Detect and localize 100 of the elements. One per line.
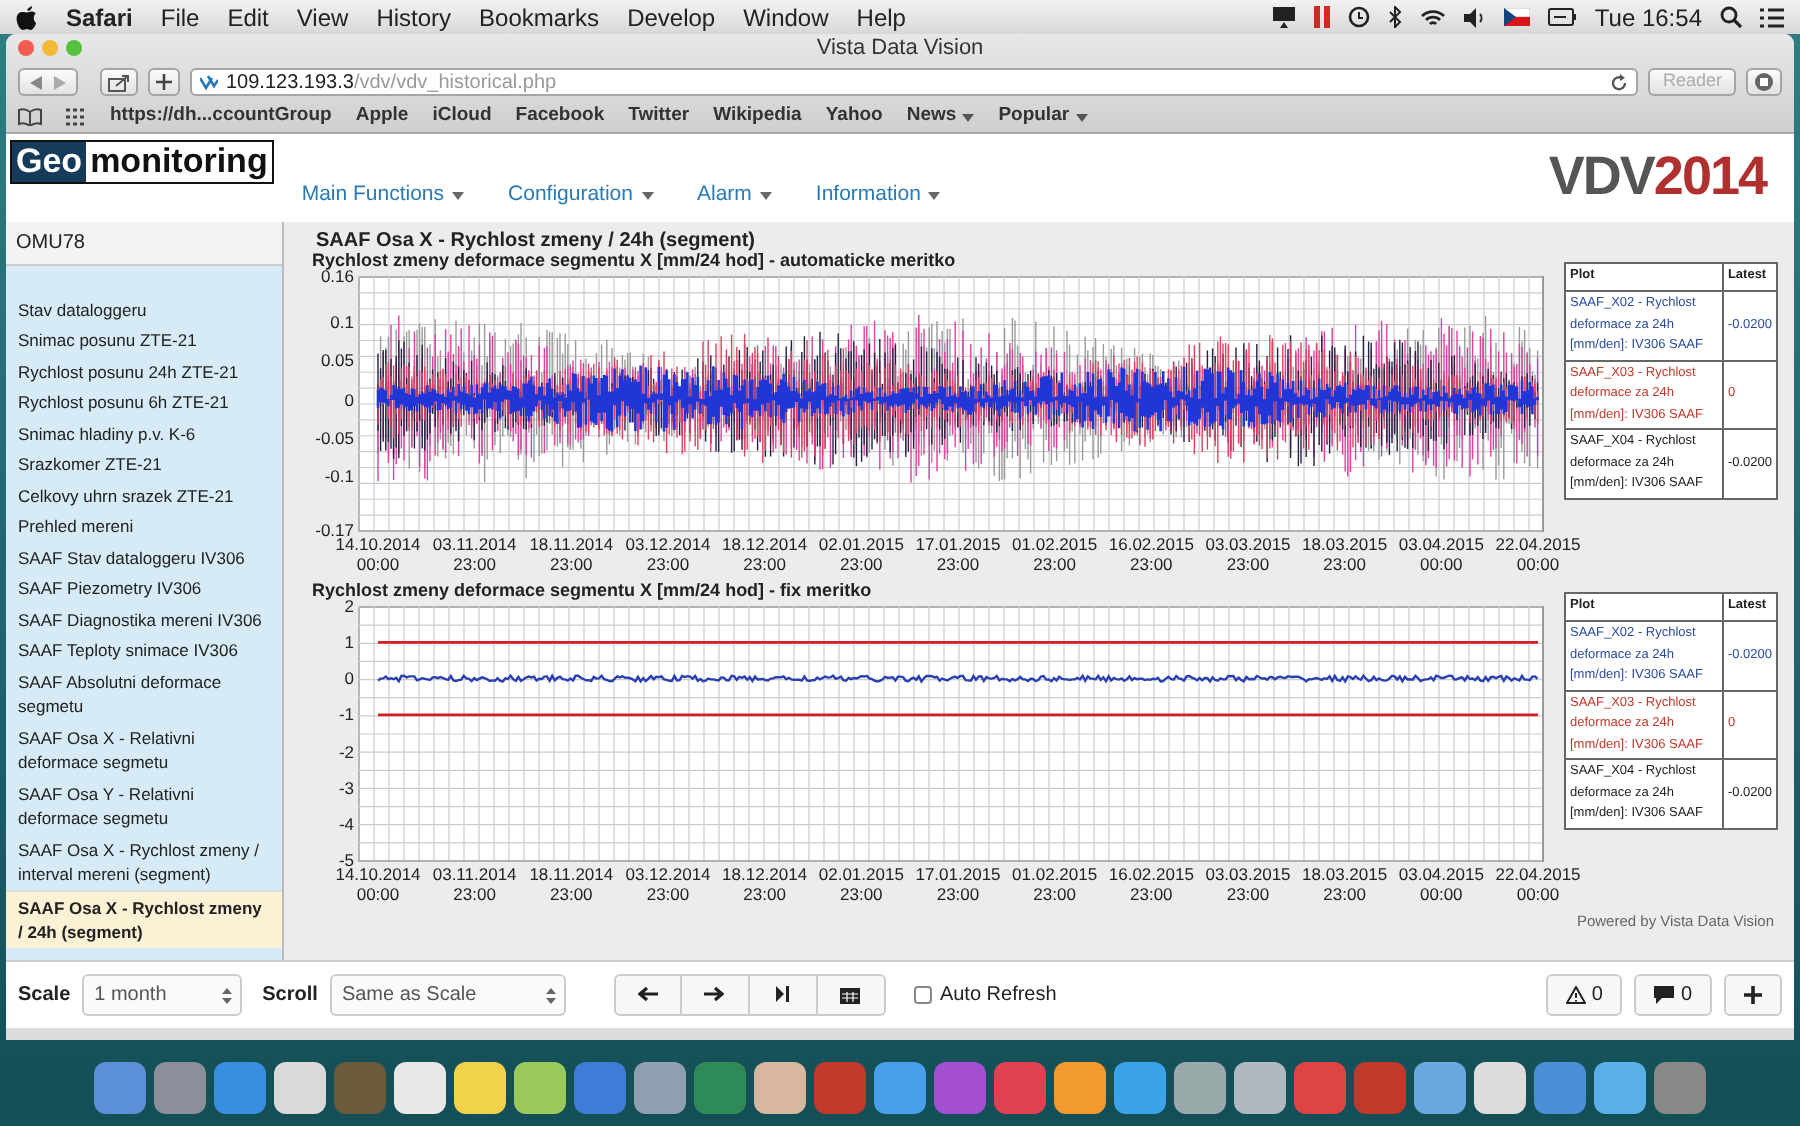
volume-icon[interactable]: [1464, 7, 1487, 27]
menu-item[interactable]: Edit: [227, 0, 269, 35]
reload-icon[interactable]: [1610, 73, 1629, 91]
axis-tick-label: 18.11.2014 23:00: [529, 864, 614, 904]
dock-app-icon[interactable]: [874, 1062, 926, 1114]
grid-icon[interactable]: [66, 108, 86, 126]
menu-item[interactable]: Window: [743, 0, 829, 35]
dock-app-icon[interactable]: [1174, 1062, 1226, 1114]
flag-icon[interactable]: [1504, 8, 1531, 26]
sidebar-item[interactable]: Celkovy uhrn srazek ZTE-21: [6, 480, 282, 511]
wifi-icon[interactable]: [1420, 7, 1447, 27]
axis-tick-label: 18.03.2015 23:00: [1302, 864, 1388, 904]
nav-menu-link[interactable]: Configuration: [508, 180, 653, 212]
add-button[interactable]: [1724, 974, 1782, 1016]
dock-app-icon[interactable]: [1114, 1062, 1166, 1114]
bookmark-link[interactable]: Popular: [998, 102, 1088, 132]
dock-app-icon[interactable]: [394, 1062, 446, 1114]
apple-icon[interactable]: [16, 4, 38, 30]
dock-app-icon[interactable]: [1474, 1062, 1526, 1114]
next-button[interactable]: [681, 974, 750, 1016]
axis-tick-label: 03.12.2014 23:00: [625, 534, 711, 574]
book-icon[interactable]: [18, 108, 42, 126]
bluetooth-icon[interactable]: [1388, 6, 1403, 28]
bookmark-link[interactable]: Apple: [355, 102, 409, 132]
skip-end-icon: [772, 986, 793, 1004]
menu-clock[interactable]: Tue 16:54: [1594, 0, 1702, 35]
axis-tick-label: -0.05: [315, 429, 354, 447]
close-button[interactable]: [18, 40, 34, 56]
menu-item[interactable]: History: [376, 0, 452, 35]
axis-tick-label: 22.04.2015 00:00: [1495, 534, 1581, 574]
dock-app-icon[interactable]: [1234, 1062, 1286, 1114]
dock-app-icon[interactable]: [1414, 1062, 1466, 1114]
sidebar-item[interactable]: SAAF Piezometry IV306: [6, 573, 282, 604]
new-tab-button[interactable]: [148, 68, 180, 96]
bookmark-link[interactable]: Wikipedia: [713, 102, 802, 132]
dock-app-icon[interactable]: [274, 1062, 326, 1114]
sidebar-item[interactable]: Rychlost posunu 24h ZTE-21: [6, 356, 282, 387]
nav-menu-link[interactable]: Alarm: [697, 180, 772, 212]
sidebar-item[interactable]: Snimac posunu ZTE-21: [6, 325, 282, 356]
bookmark-link[interactable]: iCloud: [432, 102, 492, 132]
downloads-button[interactable]: [1746, 68, 1782, 96]
clock-icon[interactable]: [1348, 6, 1371, 28]
dock-app-icon[interactable]: [1594, 1062, 1646, 1114]
sidebar-item[interactable]: SAAF Teploty snimace IV306: [6, 635, 282, 666]
back-forward-button[interactable]: [18, 68, 78, 96]
sidebar-group-header[interactable]: OMU78: [6, 222, 282, 266]
sidebar-item[interactable]: SAAF Osa X - Relativni deformace segmetu: [6, 722, 282, 778]
dock-app-icon[interactable]: [454, 1062, 506, 1114]
display-icon[interactable]: [1272, 6, 1297, 28]
list-icon[interactable]: [1760, 7, 1784, 27]
bookmark-link[interactable]: Twitter: [628, 102, 690, 132]
bookmark-link[interactable]: News: [906, 102, 975, 132]
sidebar-item[interactable]: SAAF Osa X - Rychlost zmeny / interval mereni (segment): [6, 834, 282, 890]
menu-item[interactable]: View: [296, 0, 349, 35]
sidebar-item[interactable]: Srazkomer ZTE-21: [6, 449, 282, 480]
menu-item[interactable]: Safari: [66, 0, 133, 35]
battery-icon[interactable]: [1548, 8, 1577, 26]
sidebar-item[interactable]: SAAF Osa X - Rychlost zmeny / 24h (segment): [6, 890, 282, 948]
sidebar-item[interactable]: SAAF Stav dataloggeru IV306: [6, 542, 282, 573]
search-icon[interactable]: [1720, 6, 1742, 28]
nav-menu-link[interactable]: Main Functions: [301, 180, 465, 212]
site-logo: Geo monitoring: [10, 140, 274, 184]
alerts-button[interactable]: 0: [1545, 974, 1623, 1016]
dock-app-icon[interactable]: [514, 1062, 566, 1114]
comments-button[interactable]: 0: [1634, 974, 1712, 1016]
axis-tick-label: 03.03.2015 23:00: [1205, 534, 1291, 574]
sidebar-item[interactable]: SAAF Diagnostika mereni IV306: [6, 604, 282, 635]
dock-app-icon[interactable]: [634, 1062, 686, 1114]
nav-menu-link[interactable]: Information: [815, 180, 941, 212]
bookmark-link[interactable]: Facebook: [515, 102, 605, 132]
sidebar-item[interactable]: Snimac hladiny p.v. K-6: [6, 418, 282, 449]
menu-item[interactable]: Bookmarks: [479, 0, 600, 35]
share-button[interactable]: [100, 68, 138, 96]
skip-to-end-button[interactable]: [749, 974, 818, 1016]
menu-item[interactable]: File: [160, 0, 200, 35]
address-field[interactable]: 109.123.193.3/vdv/vdv_historical.php: [190, 68, 1639, 96]
auto-refresh-checkbox[interactable]: [913, 986, 932, 1004]
axis-tick-label: 14.10.2014 00:00: [335, 864, 421, 904]
sidebar-item[interactable]: SAAF Osa Y - Relativni deformace segmetu: [6, 778, 282, 834]
sidebar-item[interactable]: Prehled mereni: [6, 511, 282, 542]
scroll-select[interactable]: Same as Scale: [329, 974, 566, 1016]
caret-icon: [1075, 113, 1088, 121]
sidebar-item[interactable]: Stav dataloggeru: [6, 294, 282, 325]
axis-tick-label: -2: [338, 742, 354, 760]
chart-title: Rychlost zmeny deformace segmentu X [mm/24 hod] - fix meritko: [310, 580, 874, 600]
dock-app-icon[interactable]: [754, 1062, 806, 1114]
scale-select[interactable]: 1 month: [82, 974, 243, 1016]
menu-item[interactable]: Develop: [627, 0, 716, 35]
menu-item[interactable]: Help: [856, 0, 906, 35]
dock-app-icon[interactable]: [1054, 1062, 1106, 1114]
caret-icon: [928, 191, 941, 200]
calendar-button[interactable]: [817, 974, 886, 1016]
sidebar-item[interactable]: Rychlost posunu 6h ZTE-21: [6, 387, 282, 418]
plus-icon: [156, 74, 172, 90]
axis-tick-label: 03.11.2014 23:00: [432, 534, 517, 574]
bookmark-link[interactable]: Yahoo: [825, 102, 883, 132]
bookmark-link[interactable]: https://dh...ccountGroup: [110, 102, 332, 132]
sidebar-item[interactable]: SAAF Absolutni deformace segmetu: [6, 666, 282, 722]
previous-button[interactable]: [613, 974, 682, 1016]
pause-icon[interactable]: [1314, 6, 1331, 28]
